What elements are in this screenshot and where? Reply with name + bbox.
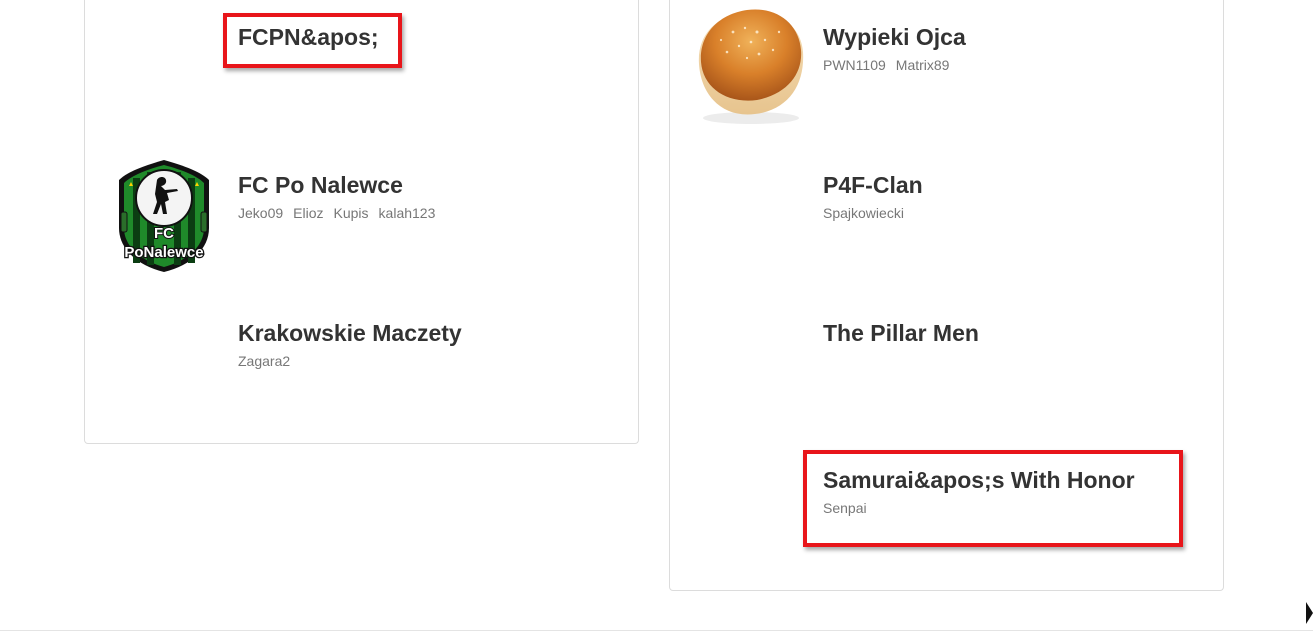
member-list: Spajkowiecki [823, 205, 914, 221]
team-name[interactable]: The Pillar Men [823, 319, 979, 347]
team-name[interactable]: Wypieki Ojca [823, 23, 966, 51]
member-name[interactable]: Zagara2 [238, 353, 290, 369]
logo-text-top: FC [154, 225, 174, 242]
fc-po-nalewce-logo: FC PoNalewce [115, 158, 213, 279]
member-list: PWN1109 Matrix89 [823, 57, 959, 73]
team-name[interactable]: Samurai&apos;s With Honor [823, 466, 1135, 494]
sweet-bun-logo [693, 2, 807, 137]
member-name[interactable]: PWN1109 [823, 57, 886, 73]
member-name[interactable]: Elioz [293, 205, 323, 221]
member-name[interactable]: kalah123 [379, 205, 436, 221]
team-name[interactable]: FC Po Nalewce [238, 171, 403, 199]
footer-divider [0, 630, 1313, 631]
member-list: Senpai [823, 500, 877, 516]
member-name[interactable]: Jeko09 [238, 205, 283, 221]
member-list: Zagara2 [238, 353, 300, 369]
team-name[interactable]: FCPN&apos; [238, 23, 379, 51]
member-list: Jeko09 Elioz Kupis kalah123 [238, 205, 445, 221]
member-name[interactable]: Senpai [823, 500, 867, 516]
member-name[interactable]: Spajkowiecki [823, 205, 904, 221]
member-name[interactable]: Matrix89 [896, 57, 950, 73]
logo-text-bottom: PoNalewce [124, 244, 203, 261]
mouse-cursor-icon [1306, 602, 1313, 629]
team-name[interactable]: Krakowskie Maczety [238, 319, 462, 347]
member-name[interactable]: Kupis [334, 205, 369, 221]
team-name[interactable]: P4F-Clan [823, 171, 923, 199]
